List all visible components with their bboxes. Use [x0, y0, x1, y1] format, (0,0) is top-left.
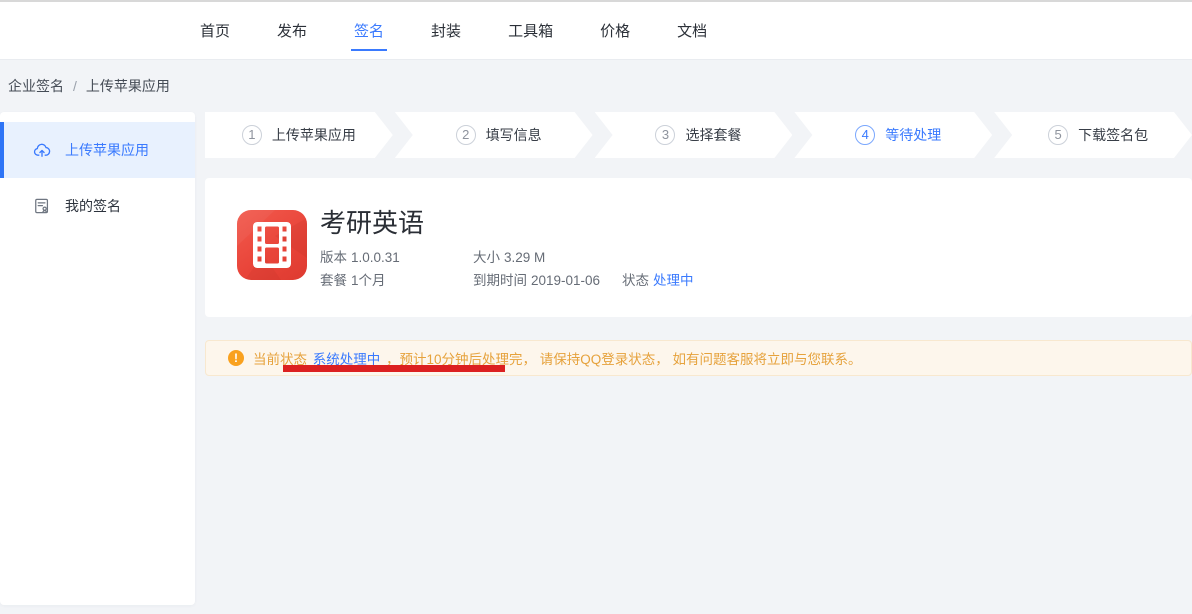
breadcrumb-item-upload-apple-app: 上传苹果应用 [86, 76, 170, 96]
signature-document-icon [32, 196, 52, 216]
field-plan: 套餐1个月 [320, 269, 473, 292]
step-number: 2 [456, 125, 476, 145]
top-nav: 首页 发布 签名 封装 工具箱 价格 文档 [0, 0, 1192, 60]
app-card: 考研英语 版本1.0.0.31 大小3.29 M 套餐1个月 到期时间2019-… [205, 178, 1192, 317]
step-label: 填写信息 [486, 125, 542, 145]
step-1-upload-app: 1 上传苹果应用 [205, 112, 393, 158]
app-info: 考研英语 版本1.0.0.31 大小3.29 M 套餐1个月 到期时间2019-… [320, 206, 1172, 292]
sidebar-item-upload-apple-app[interactable]: 上传苹果应用 [0, 122, 195, 178]
field-size: 大小3.29 M [473, 246, 622, 269]
breadcrumb: 企业签名 / 上传苹果应用 [8, 61, 170, 111]
step-label: 等待处理 [885, 125, 941, 145]
step-5-download-package: 5 下载签名包 [994, 112, 1192, 158]
cloud-upload-icon [32, 140, 52, 160]
field-status: 状态处理中 [622, 269, 1172, 292]
sidebar-item-label: 上传苹果应用 [65, 140, 149, 160]
page: 首页 发布 签名 封装 工具箱 价格 文档 企业签名 / 上传苹果应用 上传苹果… [0, 0, 1192, 614]
nav-item-publish[interactable]: 发布 [277, 20, 307, 41]
red-underline-annotation [283, 365, 505, 372]
step-2-fill-info: 2 填写信息 [395, 112, 593, 158]
nav-item-docs[interactable]: 文档 [677, 20, 707, 41]
nav-item-toolbox[interactable]: 工具箱 [508, 20, 553, 41]
step-4-waiting-process: 4 等待处理 [794, 112, 992, 158]
warning-icon: ! [228, 350, 244, 366]
nav-item-package[interactable]: 封装 [431, 20, 461, 41]
step-number: 3 [655, 125, 675, 145]
nav-item-signature[interactable]: 签名 [354, 20, 384, 41]
field-version: 版本1.0.0.31 [320, 246, 473, 269]
sidebar-item-label: 我的签名 [65, 196, 121, 216]
app-fields: 版本1.0.0.31 大小3.29 M 套餐1个月 到期时间2019-01-06… [320, 246, 1172, 292]
sidebar-item-my-signatures[interactable]: 我的签名 [0, 178, 195, 234]
sidebar: 上传苹果应用 我的签名 [0, 112, 195, 605]
step-number: 1 [242, 125, 262, 145]
step-3-choose-plan: 3 选择套餐 [595, 112, 793, 158]
nav-item-home[interactable]: 首页 [200, 20, 230, 41]
steps-bar: 1 上传苹果应用 2 填写信息 3 选择套餐 4 等待处理 5 下载签名包 [205, 112, 1192, 158]
step-number: 4 [855, 125, 875, 145]
step-label: 上传苹果应用 [272, 125, 356, 145]
app-name: 考研英语 [320, 206, 1172, 240]
step-label: 选择套餐 [685, 125, 741, 145]
main-nav: 首页 发布 签名 封装 工具箱 价格 文档 [200, 2, 707, 59]
breadcrumb-item-enterprise-signature[interactable]: 企业签名 [8, 76, 64, 96]
nav-item-price[interactable]: 价格 [600, 20, 630, 41]
step-label: 下载签名包 [1078, 125, 1148, 145]
field-expire-date: 到期时间2019-01-06 [473, 269, 622, 292]
film-app-icon [237, 210, 307, 280]
breadcrumb-separator: / [73, 78, 77, 94]
status-processing-link[interactable]: 处理中 [653, 273, 694, 288]
step-number: 5 [1048, 125, 1068, 145]
